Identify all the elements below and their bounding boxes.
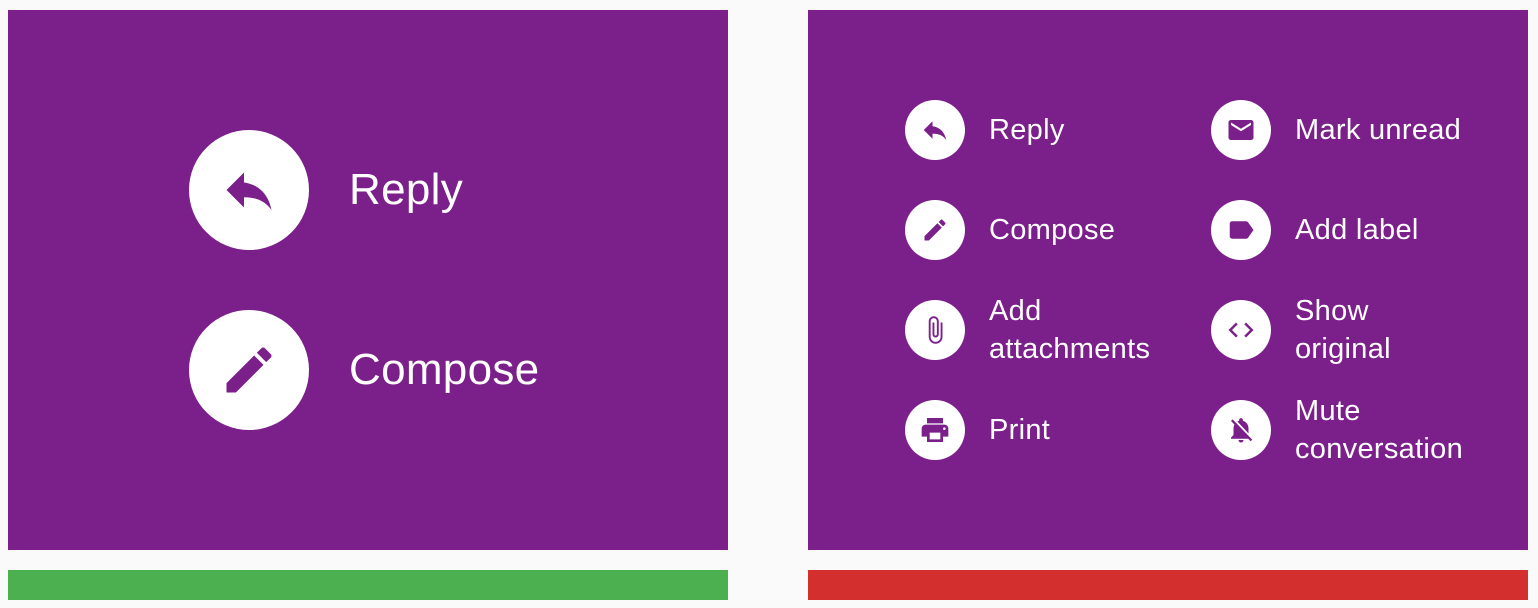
pencil-icon [226,347,272,393]
add-attachments-action[interactable]: Add attachments [905,295,1185,365]
do-indicator-bar [8,570,728,600]
compose-action[interactable]: Compose [189,310,609,430]
mark-unread-action[interactable]: Mark unread [1211,100,1501,160]
print-label: Print [989,414,1051,446]
mark-unread-icon-circle[interactable] [1211,100,1271,160]
left-example-panel: Reply Compose [8,10,728,550]
add-attachments-label: Add attachments [989,295,1151,365]
bell-off-icon [1231,418,1253,443]
printer-icon [921,418,949,442]
show-original-label: Show original [1295,295,1391,365]
add-label-icon-circle[interactable] [1211,200,1271,260]
paperclip-icon [928,316,943,344]
reply-label: Reply [349,165,463,214]
print-action[interactable]: Print [905,400,1165,460]
reply-label: Reply [989,114,1065,146]
compose-action[interactable]: Compose [905,200,1165,260]
compose-label: Compose [349,345,540,394]
envelope-icon [1228,120,1254,140]
reply-icon [226,172,272,210]
show-original-icon-circle[interactable] [1211,300,1271,360]
show-original-action[interactable]: Show original [1211,295,1501,365]
mute-conversation-label: Mute conversation [1295,395,1464,465]
right-example-panel: Reply Mark unread Compose Add label Add … [808,10,1528,550]
add-label-action[interactable]: Add label [1211,200,1501,260]
reply-action[interactable]: Reply [905,100,1165,160]
reply-action[interactable]: Reply [189,130,609,250]
mute-conversation-action[interactable]: Mute conversation [1211,395,1511,465]
compose-label: Compose [989,214,1116,246]
print-icon-circle[interactable] [905,400,965,460]
pencil-icon [924,219,946,241]
dont-indicator-bar [808,570,1528,600]
reply-icon-circle[interactable] [905,100,965,160]
reply-icon-circle[interactable] [189,130,309,250]
compose-icon-circle[interactable] [189,310,309,430]
code-brackets-icon [1228,322,1254,338]
mute-conversation-icon-circle[interactable] [1211,400,1271,460]
label-tag-icon [1229,221,1254,239]
add-label-label: Add label [1295,214,1419,246]
compose-icon-circle[interactable] [905,200,965,260]
add-attachments-icon-circle[interactable] [905,300,965,360]
mark-unread-label: Mark unread [1295,114,1462,146]
reply-icon [923,121,947,140]
